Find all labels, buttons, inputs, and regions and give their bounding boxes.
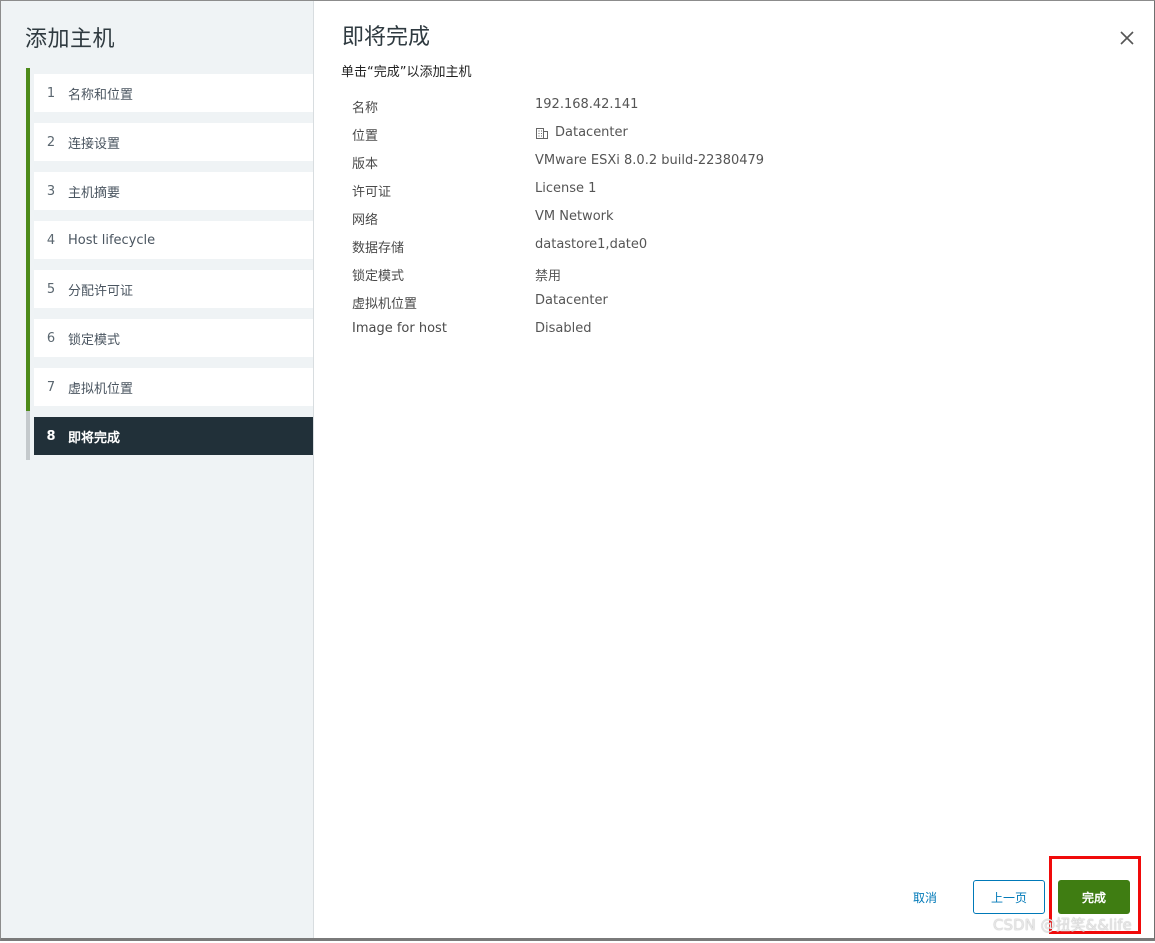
- step-4[interactable]: 4 Host lifecycle: [26, 215, 313, 264]
- summary-key: 许可证: [352, 185, 392, 200]
- step-label: 主机摘要: [68, 185, 121, 201]
- summary-key: 网络: [352, 213, 379, 228]
- summary-key: 位置: [352, 129, 379, 144]
- add-host-dialog: 添加主机 1 名称和位置 2 连接设置 3 主机摘要 4 Host lifecy…: [0, 0, 1155, 941]
- summary-value: datastore1,date0: [535, 237, 648, 252]
- step-number: 1: [46, 85, 56, 101]
- summary-value: Datacenter: [535, 293, 608, 308]
- page-title: 即将完成: [342, 25, 431, 50]
- datacenter-icon: [535, 126, 549, 140]
- step-7[interactable]: 7 虚拟机位置: [26, 362, 313, 411]
- step-progress-bar: [26, 362, 30, 411]
- step-label: 分配许可证: [68, 283, 134, 299]
- page-subtitle: 单击“完成”以添加主机: [341, 65, 472, 80]
- close-button[interactable]: [1117, 28, 1137, 48]
- step-6[interactable]: 6 锁定模式: [26, 313, 313, 362]
- step-label: 虚拟机位置: [68, 381, 134, 397]
- step-number: 6: [46, 330, 56, 346]
- step-label: Host lifecycle: [68, 232, 156, 248]
- wizard-content: 即将完成 单击“完成”以添加主机 名称 192.168.42.141 位置 Da…: [314, 1, 1154, 938]
- step-progress-bar: [26, 166, 30, 215]
- step-label: 即将完成: [68, 430, 121, 446]
- step-progress-bar: [26, 264, 30, 313]
- step-progress-bar: [26, 313, 30, 362]
- watermark: CSDN @扭笑&&life: [993, 916, 1132, 934]
- summary-key: 虚拟机位置: [352, 297, 418, 312]
- wizard-steps: 1 名称和位置 2 连接设置 3 主机摘要 4 Host lifecycle 5…: [26, 68, 313, 466]
- step-number: 7: [46, 379, 56, 395]
- summary-value: 禁用: [535, 269, 562, 284]
- step-label: 锁定模式: [68, 332, 121, 348]
- step-8-current[interactable]: 8 即将完成: [26, 411, 313, 460]
- wizard-sidebar: 添加主机 1 名称和位置 2 连接设置 3 主机摘要 4 Host lifecy…: [1, 1, 314, 938]
- summary-key: 名称: [352, 101, 379, 116]
- step-number: 4: [46, 232, 56, 248]
- step-number: 5: [46, 281, 56, 297]
- step-number: 2: [46, 134, 56, 150]
- step-progress-bar: [26, 117, 30, 166]
- step-2[interactable]: 2 连接设置: [26, 117, 313, 166]
- step-number: 3: [46, 183, 56, 199]
- summary-value: License 1: [535, 181, 597, 196]
- location-value: Datacenter: [555, 125, 628, 140]
- summary-value: Datacenter: [535, 125, 628, 140]
- cancel-button[interactable]: 取消: [899, 880, 951, 914]
- step-progress-bar: [26, 411, 30, 460]
- summary-value: VM Network: [535, 209, 614, 224]
- wizard-title: 添加主机: [25, 27, 116, 52]
- step-progress-bar: [26, 68, 30, 117]
- step-1[interactable]: 1 名称和位置: [26, 68, 313, 117]
- summary-value: Disabled: [535, 321, 592, 336]
- step-3[interactable]: 3 主机摘要: [26, 166, 313, 215]
- back-button[interactable]: 上一页: [973, 880, 1045, 914]
- close-icon: [1120, 31, 1134, 45]
- summary-key: 版本: [352, 157, 379, 172]
- summary-value: VMware ESXi 8.0.2 build-22380479: [535, 153, 765, 168]
- summary-key: 锁定模式: [352, 269, 405, 284]
- step-label: 连接设置: [68, 136, 121, 152]
- step-label: 名称和位置: [68, 87, 134, 103]
- summary-key: Image for host: [352, 321, 447, 336]
- step-number: 8: [46, 428, 56, 444]
- summary-value: 192.168.42.141: [535, 97, 639, 112]
- step-5[interactable]: 5 分配许可证: [26, 264, 313, 313]
- summary-key: 数据存储: [352, 241, 405, 256]
- step-progress-bar: [26, 215, 30, 264]
